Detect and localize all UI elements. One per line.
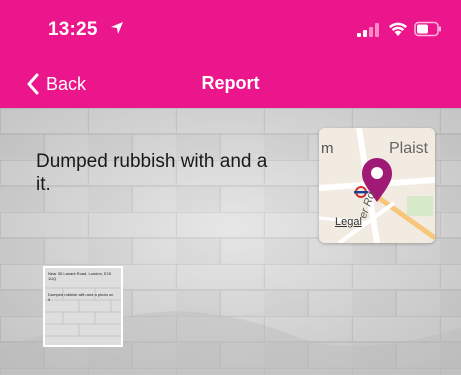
- description-line-2: it.: [36, 174, 51, 195]
- report-description: Dumped rubbish with and a it.: [36, 150, 336, 196]
- map-label-right: Plaist: [389, 140, 429, 157]
- photo-address: Near 35 Lanark Road, London, E15 1UQ: [48, 271, 112, 281]
- map-thumbnail[interactable]: m Plaist Legal er Rd: [319, 128, 435, 243]
- description-line-1: Dumped rubbish with and a: [36, 151, 268, 172]
- status-time: 13:25: [48, 19, 98, 40]
- location-arrow-icon: [111, 22, 123, 34]
- signal-icon: [357, 23, 379, 37]
- status-bar: 13:25: [0, 0, 461, 60]
- battery-icon: [414, 21, 441, 37]
- photo-description: Dumped rubbish with and a photo on it: [48, 292, 114, 302]
- report-content: Dumped rubbish with and a it. m Plaist L…: [0, 108, 461, 375]
- map-legal-link[interactable]: Legal: [335, 216, 362, 228]
- map-label-left: m: [321, 140, 334, 157]
- page-title: Report: [201, 73, 260, 93]
- nav-bar: Back Report: [0, 60, 461, 108]
- photo-thumbnail[interactable]: Near 35 Lanark Road, London, E15 1UQ Dum…: [43, 266, 123, 347]
- wifi-icon: [389, 22, 407, 36]
